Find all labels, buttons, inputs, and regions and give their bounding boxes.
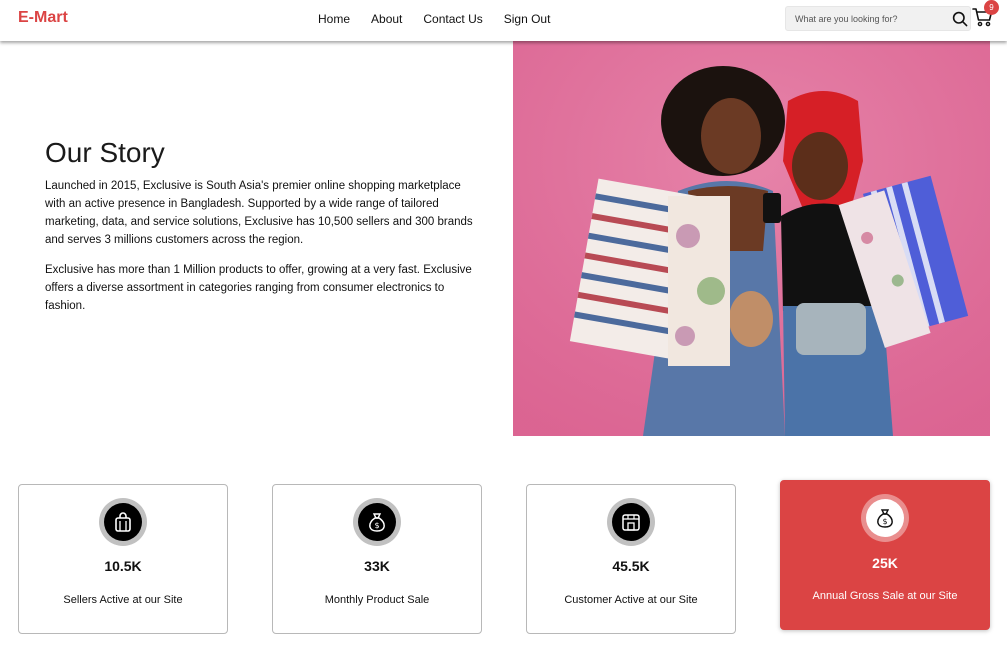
nav-about-link[interactable]: About [371,12,402,26]
story-paragraph-1: Launched in 2015, Exclusive is South Asi… [45,180,473,246]
search-icon[interactable] [952,11,968,27]
stat-card-sellers[interactable]: 10.5K Sellers Active at our Site [18,484,228,634]
story-title: Our Story [45,137,165,168]
stat-label: Customer Active at our Site [564,594,698,606]
cart-count-badge: 9 [984,0,999,15]
stat-icon-ring: $ [353,498,401,546]
stat-icon-ring [607,498,655,546]
nav-home-link[interactable]: Home [318,12,350,26]
stat-card-annual-gross-sale[interactable]: $ 25K Annual Gross Sale at our Site [780,480,990,630]
stat-value: 10.5K [104,558,142,574]
stat-value: 25K [872,555,898,571]
stat-label: Annual Gross Sale at our Site [812,590,958,602]
logo[interactable]: E-Mart [18,9,68,27]
svg-text:$: $ [882,517,887,526]
story-paragraph-2: Exclusive has more than 1 Million produc… [45,264,472,312]
svg-text:$: $ [374,521,379,530]
nav-contact-link[interactable]: Contact Us [423,12,482,26]
stat-card-monthly-sale[interactable]: $ 33K Monthly Product Sale [272,484,482,634]
navbar: E-Mart Home About Contact Us Sign Out 9 [0,0,1007,41]
search-box [785,6,971,31]
stat-label: Monthly Product Sale [324,594,430,606]
nav-links: Home About Contact Us Sign Out [318,12,550,26]
money-bag-icon: $ [877,509,893,528]
stat-icon-ring: $ [861,494,909,542]
stat-value: 33K [364,558,390,574]
stat-value: 45.5K [612,558,650,574]
nav-signout-link[interactable]: Sign Out [504,12,551,26]
storefront-icon [622,514,640,531]
stat-icon-ring [99,498,147,546]
money-bag-icon: $ [369,513,385,532]
hero-shopping-women-image [513,41,990,436]
stat-label: Sellers Active at our Site [63,594,183,606]
search-input[interactable] [786,7,946,30]
shopping-bag-icon [115,512,131,532]
stat-card-customers[interactable]: 45.5K Customer Active at our Site [526,484,736,634]
